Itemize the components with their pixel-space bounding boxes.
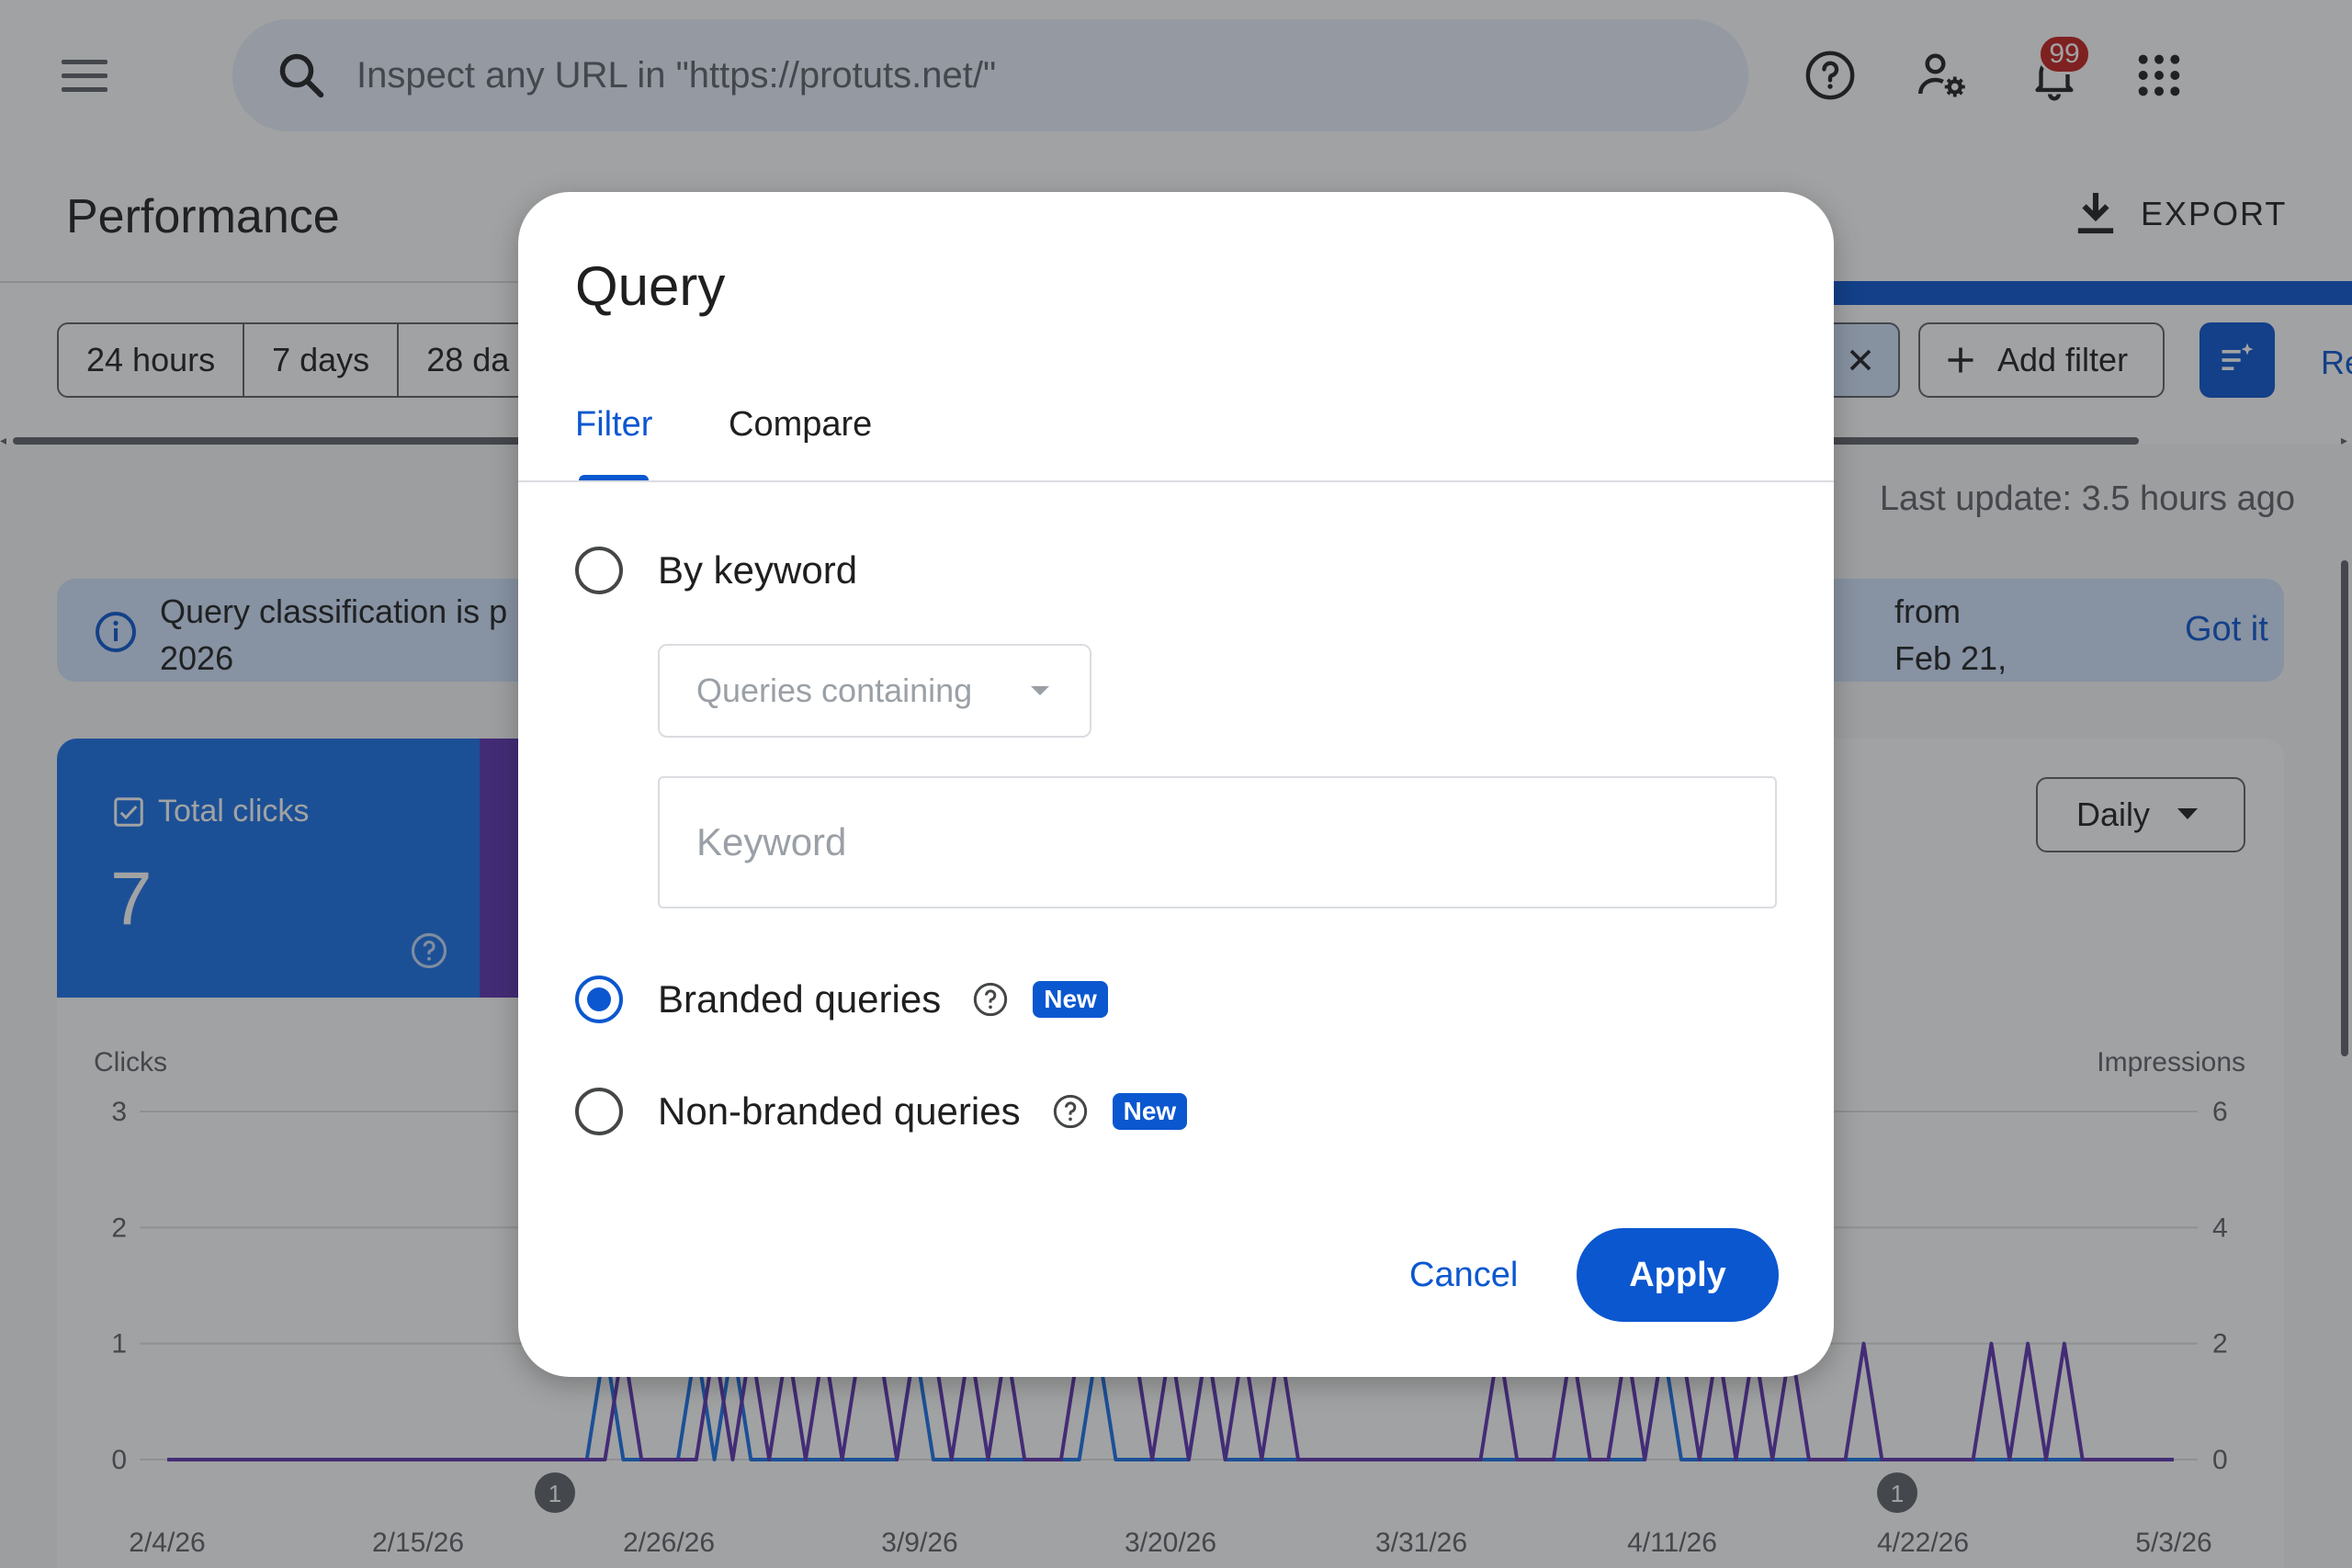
match-type-value: Queries containing [696, 671, 973, 709]
option-by-keyword[interactable]: By keyword [575, 547, 857, 594]
cancel-button[interactable]: Cancel [1409, 1256, 1518, 1295]
branded-queries-label: Branded queries [658, 977, 942, 1021]
tab-filter-label: Filter [575, 405, 653, 444]
new-badge: New [1112, 1093, 1188, 1130]
branded-help-button[interactable] [972, 981, 1009, 1018]
tab-compare-label: Compare [729, 405, 873, 444]
non-branded-help-button[interactable] [1052, 1093, 1089, 1130]
keyword-field[interactable] [658, 776, 1777, 908]
radio-non-branded-queries[interactable] [575, 1088, 623, 1135]
tab-compare[interactable]: Compare [729, 385, 872, 480]
option-non-branded-queries[interactable]: Non-branded queries New [575, 1088, 1188, 1135]
tab-filter[interactable]: Filter [575, 385, 652, 480]
dialog-tabs: Filter Compare [518, 385, 1834, 482]
keyword-input[interactable] [660, 778, 1775, 907]
non-branded-queries-label: Non-branded queries [658, 1089, 1021, 1133]
apply-button[interactable]: Apply [1577, 1228, 1779, 1322]
new-badge: New [1033, 981, 1108, 1018]
help-icon [974, 982, 1008, 1017]
option-branded-queries[interactable]: Branded queries New [575, 976, 1108, 1023]
match-type-select[interactable]: Queries containing [658, 644, 1091, 738]
dialog-title: Query [575, 255, 726, 317]
help-icon [1053, 1094, 1087, 1129]
dropdown-arrow-icon [1031, 686, 1049, 695]
app-root: 99 Performance EXPORT 24 hours 7 days 28… [0, 0, 2352, 1568]
by-keyword-label: By keyword [658, 548, 858, 592]
radio-by-keyword[interactable] [575, 547, 623, 594]
active-tab-indicator [579, 475, 650, 480]
radio-branded-queries[interactable] [575, 976, 623, 1023]
query-filter-dialog: Query Filter Compare By keyword Queries … [518, 192, 1834, 1377]
